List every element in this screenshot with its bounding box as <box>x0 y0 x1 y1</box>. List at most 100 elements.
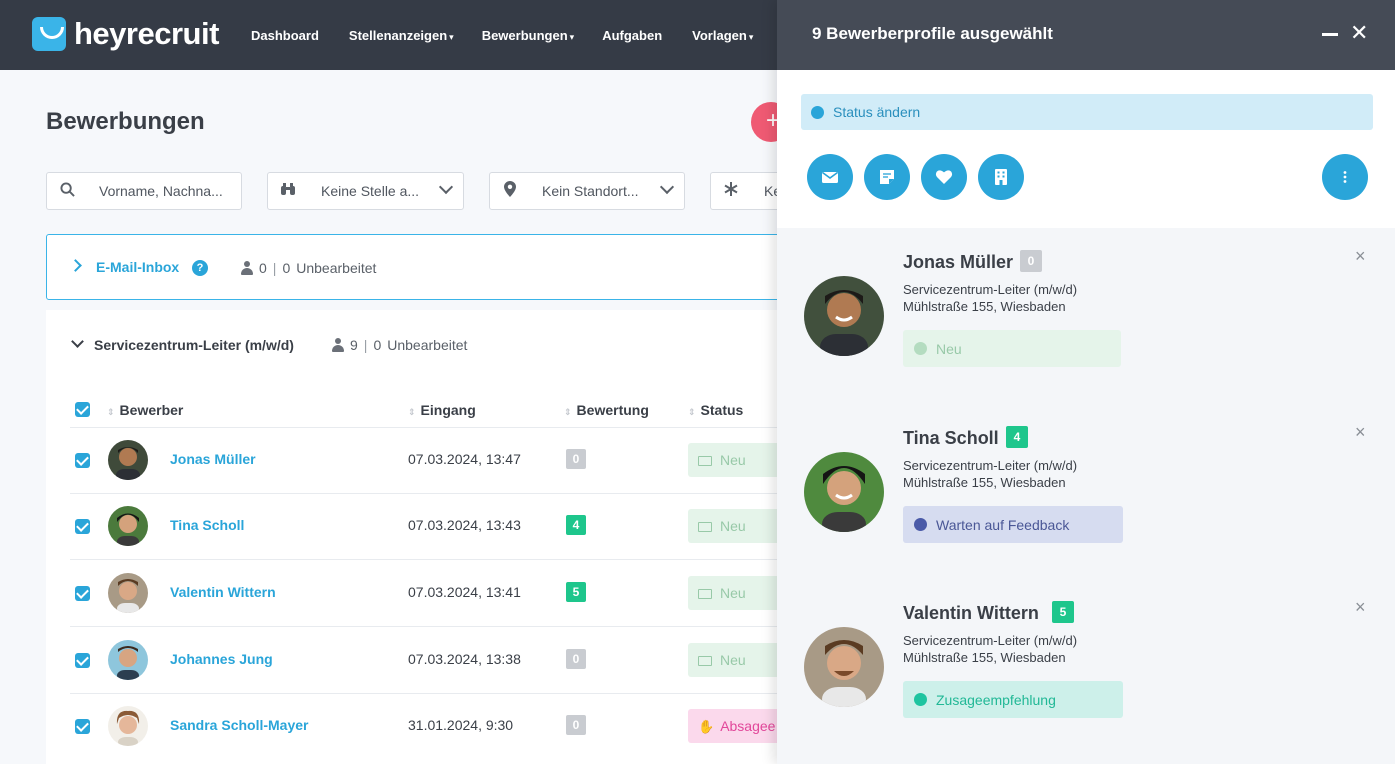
row-checkbox[interactable] <box>75 719 90 734</box>
location-filter-select[interactable]: Kein Standort... <box>489 172 685 210</box>
table-row[interactable]: Sandra Scholl-Mayer 31.01.2024, 9:30 0 ✋… <box>46 693 808 759</box>
table-row[interactable]: Tina Scholl 07.03.2024, 13:43 4 Neu <box>46 493 808 559</box>
sort-icon: ⇕ <box>408 407 416 417</box>
change-status-label: Status ändern <box>833 104 921 120</box>
chevron-right-icon[interactable] <box>69 259 82 272</box>
card-job-title: Servicezentrum-Leiter (m/w/d) <box>903 458 1078 473</box>
status-dot-icon <box>914 518 927 531</box>
column-header-status[interactable]: ⇕ Status <box>688 402 743 418</box>
change-status-bar[interactable]: Status ändern <box>801 94 1373 130</box>
column-header-applicant[interactable]: ⇕ Bewerber <box>107 402 183 418</box>
logo[interactable]: heyrecruit <box>32 16 219 52</box>
binoculars-icon <box>268 182 308 200</box>
logo-mark-icon <box>32 17 66 51</box>
select-all-checkbox[interactable] <box>75 402 90 417</box>
remove-icon[interactable]: × <box>1355 422 1366 443</box>
sort-icon: ⇕ <box>688 407 696 417</box>
remove-icon[interactable]: × <box>1355 246 1366 267</box>
rating-badge: 0 <box>566 715 586 735</box>
location-filter-value: Kein Standort... <box>542 183 639 199</box>
remove-icon[interactable]: × <box>1355 597 1366 618</box>
heart-icon <box>935 170 953 184</box>
help-icon[interactable]: ? <box>192 260 208 276</box>
applicant-name-link[interactable]: Tina Scholl <box>170 517 244 533</box>
search-input[interactable]: Vorname, Nachna... <box>46 172 242 210</box>
note-icon <box>880 170 894 184</box>
job-filter-select[interactable]: Keine Stelle a... <box>267 172 464 210</box>
envelope-icon <box>698 656 712 666</box>
applicant-name-link[interactable]: Sandra Scholl-Mayer <box>170 717 309 733</box>
avatar <box>108 573 148 613</box>
column-header-received[interactable]: ⇕ Eingang <box>408 402 476 418</box>
table-row[interactable]: Johannes Jung 07.03.2024, 13:38 0 Neu <box>46 627 808 693</box>
row-checkbox[interactable] <box>75 453 90 468</box>
card-job-title: Servicezentrum-Leiter (m/w/d) <box>903 282 1078 297</box>
map-pin-icon <box>490 181 530 201</box>
mail-icon <box>822 171 838 183</box>
applicant-name-link[interactable]: Johannes Jung <box>170 651 273 667</box>
received-date: 07.03.2024, 13:47 <box>408 451 521 467</box>
asterisk-icon <box>711 182 751 200</box>
rating-badge: 0 <box>566 449 586 469</box>
drawer-actions: Status ändern <box>777 70 1395 228</box>
applicant-name-link[interactable]: Jonas Müller <box>170 451 256 467</box>
status-badge[interactable]: Neu <box>903 330 1121 367</box>
email-inbox-panel[interactable]: E-Mail-Inbox ? 0 | 0 Unbearbeitet <box>46 234 806 300</box>
favorite-button[interactable] <box>921 154 967 200</box>
status-dot-icon <box>811 105 824 119</box>
table-row[interactable]: Valentin Wittern 07.03.2024, 13:41 5 Neu <box>46 560 808 626</box>
minimize-icon[interactable] <box>1322 33 1338 36</box>
nav-vorlagen[interactable]: Vorlagen ▾ <box>692 28 753 43</box>
inbox-title[interactable]: E-Mail-Inbox <box>96 259 179 275</box>
nav-stellenanzeigen[interactable]: Stellenanzeigen ▾ <box>349 28 454 43</box>
search-placeholder: Vorname, Nachna... <box>99 183 223 199</box>
nav-aufgaben[interactable]: Aufgaben <box>602 28 664 43</box>
chevron-down-icon: ▾ <box>748 31 754 42</box>
card-applicant-name[interactable]: Jonas Müller <box>903 252 1013 273</box>
received-date: 31.01.2024, 9:30 <box>408 717 514 733</box>
card-address: Mühlstraße 155, Wiesbaden <box>903 475 1066 490</box>
page-title: Bewerbungen <box>46 108 205 135</box>
applicant-name-link[interactable]: Valentin Wittern <box>170 584 276 600</box>
column-header-rating[interactable]: ⇕ Bewertung <box>564 402 649 418</box>
thumbs-down-icon: ✋ <box>698 719 715 734</box>
inbox-unprocessed-count: 0 <box>282 260 291 276</box>
envelope-icon <box>698 522 712 532</box>
row-checkbox[interactable] <box>75 653 90 668</box>
received-date: 07.03.2024, 13:41 <box>408 584 521 600</box>
assign-company-button[interactable] <box>978 154 1024 200</box>
status-dot-icon <box>914 342 927 355</box>
job-title[interactable]: Servicezentrum-Leiter (m/w/d) <box>94 337 294 353</box>
envelope-icon <box>698 589 712 599</box>
chevron-down-icon: ▾ <box>449 31 454 42</box>
selected-applicant-card[interactable]: Jonas Müller 0 Servicezentrum-Leiter (m/… <box>777 228 1395 398</box>
job-filter-value: Keine Stelle a... <box>321 183 420 199</box>
status-badge[interactable]: Warten auf Feedback <box>903 506 1123 543</box>
nav-bewerbungen[interactable]: Bewerbungen ▾ <box>482 28 575 43</box>
card-job-title: Servicezentrum-Leiter (m/w/d) <box>903 633 1078 648</box>
card-applicant-name[interactable]: Tina Scholl <box>903 428 999 449</box>
more-vertical-icon <box>1343 171 1347 183</box>
more-actions-button[interactable] <box>1322 154 1368 200</box>
add-note-button[interactable] <box>864 154 910 200</box>
close-icon[interactable]: ✕ <box>1350 22 1368 44</box>
selected-applicant-card[interactable]: Tina Scholl 4 Servicezentrum-Leiter (m/w… <box>777 404 1395 574</box>
job-count: 9 <box>350 337 358 353</box>
table-row[interactable]: Jonas Müller 07.03.2024, 13:47 0 Neu <box>46 427 808 493</box>
search-icon <box>47 181 87 201</box>
chevron-down-icon[interactable] <box>71 335 84 348</box>
status-badge[interactable]: Zusageempfehlung <box>903 681 1123 718</box>
main-nav: Dashboard Stellenanzeigen ▾ Bewerbungen ▾ … <box>251 0 796 70</box>
avatar <box>108 506 148 546</box>
row-checkbox[interactable] <box>75 586 90 601</box>
send-email-button[interactable] <box>807 154 853 200</box>
status-dot-icon <box>914 693 927 706</box>
rating-badge: 4 <box>1006 426 1028 448</box>
chevron-down-icon: ▾ <box>569 31 575 42</box>
job-applications-panel: Servicezentrum-Leiter (m/w/d) 9 | 0 Unbe… <box>46 310 810 764</box>
row-checkbox[interactable] <box>75 519 90 534</box>
nav-dashboard[interactable]: Dashboard <box>251 28 321 43</box>
card-address: Mühlstraße 155, Wiesbaden <box>903 299 1066 314</box>
selected-applicant-card[interactable]: Valentin Wittern 5 Servicezentrum-Leiter… <box>777 579 1395 749</box>
card-applicant-name[interactable]: Valentin Wittern <box>903 603 1039 624</box>
